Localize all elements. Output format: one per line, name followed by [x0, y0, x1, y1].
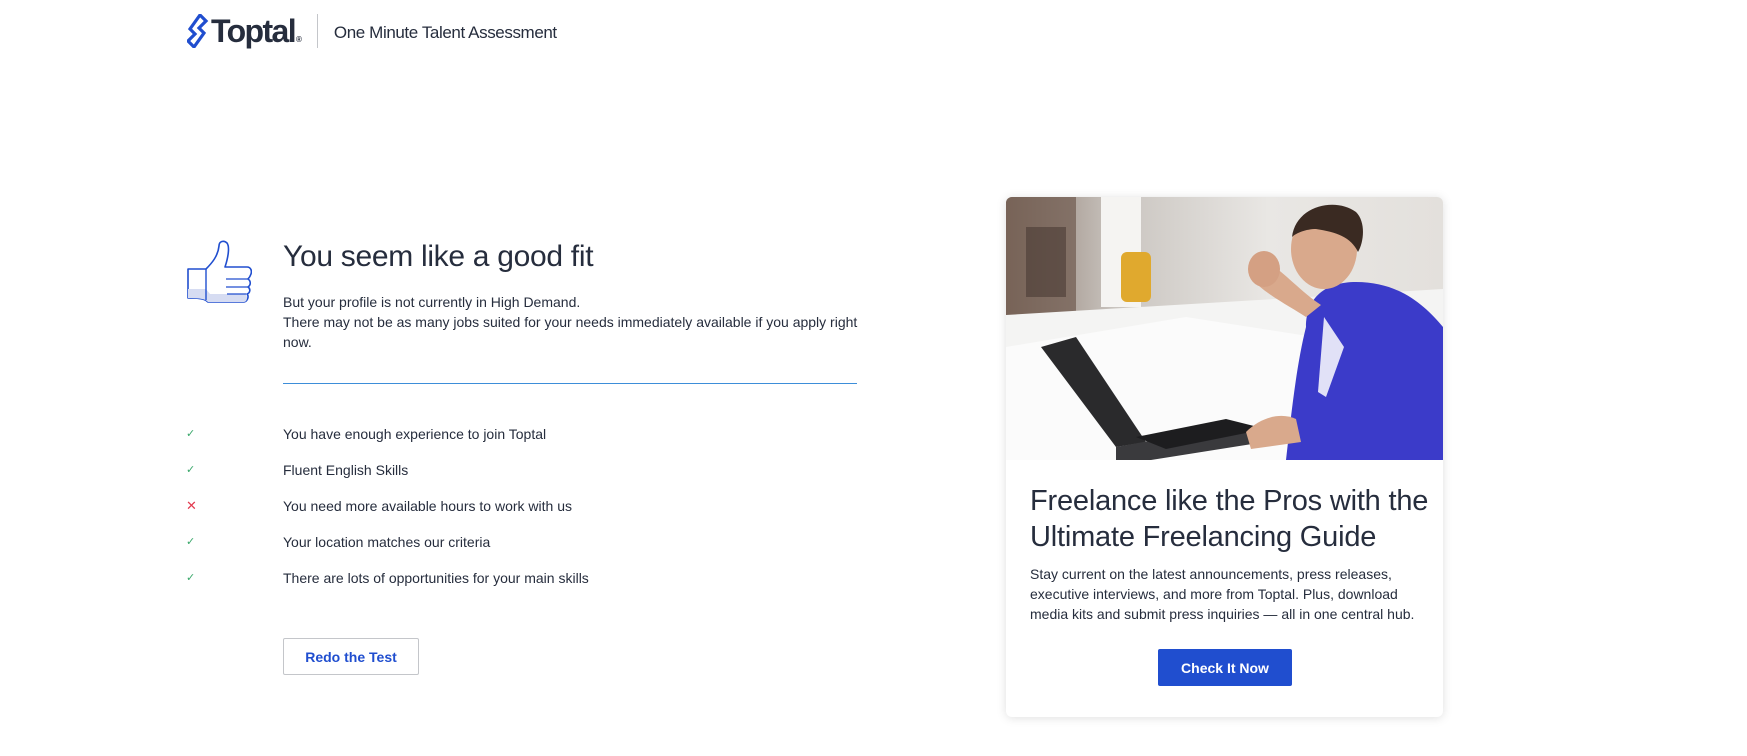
header-divider	[316, 14, 318, 48]
check-icon: ✓	[186, 572, 196, 584]
check-icon: ✓	[186, 428, 196, 440]
promo-card: Freelance like the Pros with the Ultimat…	[1006, 197, 1443, 717]
criteria-label: You need more available hours to work wi…	[283, 498, 572, 514]
toptal-logo-icon	[187, 14, 209, 48]
toptal-logo[interactable]: Toptal ®	[187, 14, 302, 48]
criteria-label: There are lots of opportunities for your…	[283, 570, 589, 586]
result-description-line: But your profile is not currently in Hig…	[283, 294, 581, 310]
registered-mark: ®	[296, 35, 302, 44]
promo-image	[1006, 197, 1443, 460]
logo-wordmark: Toptal	[211, 13, 297, 49]
criteria-label: Fluent English Skills	[283, 462, 409, 478]
redo-test-button[interactable]: Redo the Test	[283, 638, 419, 675]
header-subtitle: One Minute Talent Assessment	[333, 23, 557, 42]
cross-icon: ✕	[186, 498, 197, 513]
criteria-label: Your location matches our criteria	[283, 534, 491, 550]
result-title: You seem like a good fit	[283, 240, 594, 273]
check-icon: ✓	[186, 536, 196, 548]
result-description: But your profile is not currently in Hig…	[283, 292, 863, 352]
check-icon: ✓	[186, 464, 196, 476]
man-with-laptop-photo	[1006, 197, 1443, 460]
result-description-line: There may not be as many jobs suited for…	[283, 314, 858, 350]
site-header: Toptal ® One Minute Talent Assessment	[187, 14, 557, 48]
promo-title: Freelance like the Pros with the Ultimat…	[1030, 485, 1429, 553]
promo-text: Stay current on the latest announcements…	[1030, 566, 1415, 622]
thumbs-up-icon	[187, 240, 252, 303]
section-divider	[283, 383, 857, 384]
check-it-now-button[interactable]: Check It Now	[1158, 649, 1292, 686]
criteria-label: You have enough experience to join Topta…	[283, 426, 547, 442]
